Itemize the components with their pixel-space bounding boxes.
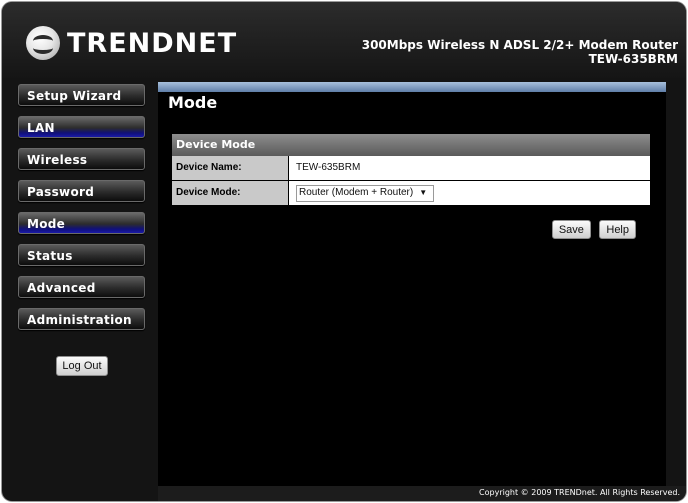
product-name: 300Mbps Wireless N ADSL 2/2+ Modem Route… (361, 38, 678, 52)
sidebar-item-lan[interactable]: LAN (18, 116, 145, 138)
sidebar-item-advanced[interactable]: Advanced (18, 276, 145, 298)
main-content: Mode Device Mode Device Name: TEW-635BRM… (158, 82, 666, 486)
sidebar-item-administration[interactable]: Administration (18, 308, 145, 330)
save-button[interactable]: Save (551, 220, 591, 239)
action-buttons: Save Help (548, 220, 636, 239)
product-model: TEW-635BRM (588, 52, 678, 66)
sidebar-item-password[interactable]: Password (18, 180, 145, 202)
sidebar: Setup Wizard LAN Wireless Password Mode … (18, 84, 146, 376)
device-mode-selected-value: Router (Modem + Router) (299, 187, 414, 198)
device-mode-cell: Router (Modem + Router) ▼ (289, 181, 650, 205)
device-mode-select[interactable]: Router (Modem + Router) ▼ (296, 185, 435, 202)
sidebar-item-setup-wizard[interactable]: Setup Wizard (18, 84, 145, 106)
device-mode-label: Device Mode: (172, 181, 289, 205)
logout-button[interactable]: Log Out (56, 356, 108, 376)
router-admin-window: TRENDNET 300Mbps Wireless N ADSL 2/2+ Mo… (2, 2, 686, 501)
chevron-down-icon: ▼ (419, 188, 428, 197)
trendnet-logo: TRENDNET (26, 26, 237, 60)
device-name-value: TEW-635BRM (289, 156, 650, 180)
content-top-bar (158, 82, 666, 92)
device-name-label: Device Name: (172, 156, 289, 180)
sidebar-item-status[interactable]: Status (18, 244, 145, 266)
copyright-text: Copyright © 2009 TRENDnet. All Rights Re… (479, 488, 680, 497)
header-bar: TRENDNET 300Mbps Wireless N ADSL 2/2+ Mo… (2, 2, 686, 78)
panel-title: Device Mode (172, 134, 650, 156)
help-button[interactable]: Help (599, 220, 636, 239)
device-mode-panel: Device Mode Device Name: TEW-635BRM Devi… (172, 134, 650, 206)
device-name-row: Device Name: TEW-635BRM (172, 156, 650, 181)
sidebar-item-mode[interactable]: Mode (18, 212, 145, 234)
trendnet-logo-icon (26, 26, 60, 60)
page-title: Mode (168, 93, 218, 112)
sidebar-item-wireless[interactable]: Wireless (18, 148, 145, 170)
device-mode-row: Device Mode: Router (Modem + Router) ▼ (172, 181, 650, 206)
product-info: 300Mbps Wireless N ADSL 2/2+ Modem Route… (362, 38, 678, 66)
logo-text: TRENDNET (67, 27, 238, 59)
footer-bar: Copyright © 2009 TRENDnet. All Rights Re… (158, 486, 686, 501)
